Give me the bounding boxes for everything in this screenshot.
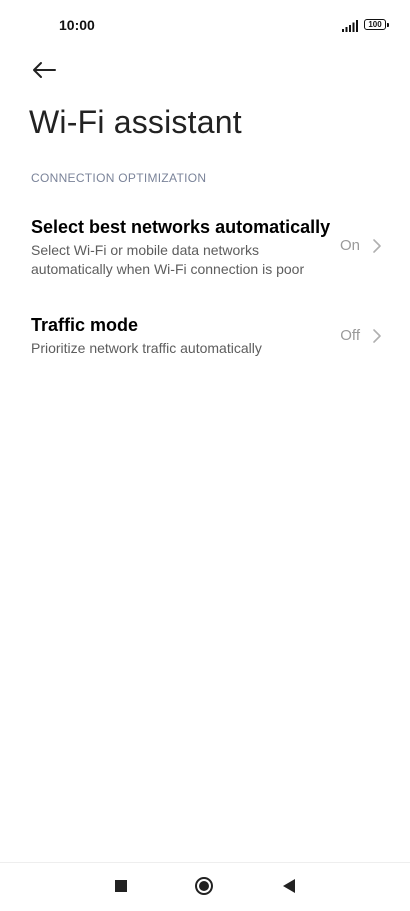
page-title: Wi-Fi assistant [29, 104, 242, 140]
setting-select-best-networks[interactable]: Select best networks automatically Selec… [0, 210, 410, 290]
battery-icon: 100 [364, 19, 389, 30]
chevron-right-icon [373, 239, 381, 253]
setting-value: Off [340, 327, 360, 344]
setting-description: Select Wi-Fi or mobile data networks aut… [31, 242, 305, 277]
status-bar: 10:00 100 [0, 0, 410, 50]
recents-icon[interactable] [115, 880, 127, 892]
back-button[interactable] [26, 55, 62, 85]
section-header: CONNECTION OPTIMIZATION [31, 171, 207, 185]
setting-traffic-mode[interactable]: Traffic mode Prioritize network traffic … [0, 308, 410, 368]
home-icon[interactable] [195, 877, 213, 895]
setting-value: On [339, 237, 360, 254]
setting-description: Prioritize network traffic automatically [31, 340, 262, 356]
navigation-bar [0, 862, 410, 911]
setting-title: Select best networks automatically [31, 217, 331, 237]
signal-icon [342, 19, 358, 32]
back-icon[interactable] [283, 879, 295, 893]
arrow-left-icon [33, 62, 56, 78]
chevron-right-icon [373, 329, 381, 343]
status-time: 10:00 [59, 17, 95, 33]
setting-title: Traffic mode [31, 315, 139, 335]
